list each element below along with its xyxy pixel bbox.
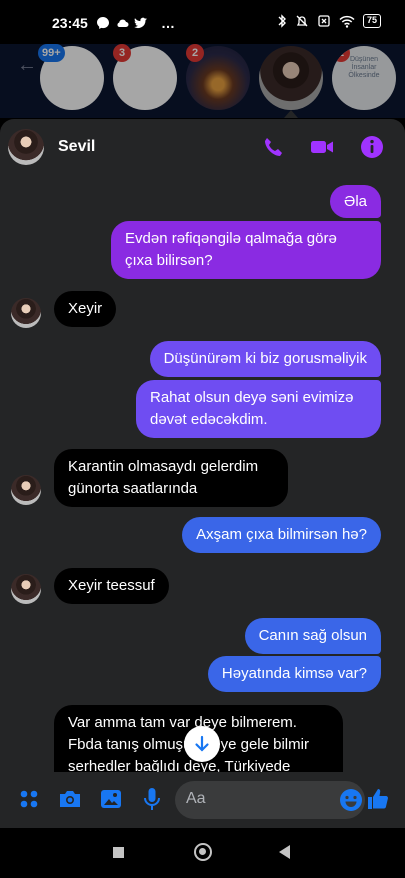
message-bubble-outgoing[interactable]: Əla (330, 185, 381, 218)
phone-icon[interactable] (259, 133, 287, 161)
gallery-icon[interactable] (98, 786, 124, 812)
bluetooth-icon (278, 14, 286, 28)
message-composer (0, 772, 405, 828)
scroll-to-bottom-button[interactable] (184, 726, 220, 762)
video-call-icon[interactable] (308, 133, 336, 161)
chat-window: Sevil Əla Evdən rəfiqəngilə qalmağa görə… (0, 119, 405, 828)
cloud-icon (117, 19, 129, 27)
dim-overlay (0, 44, 405, 118)
avatar[interactable] (11, 475, 41, 505)
twitter-icon (134, 17, 147, 29)
info-icon[interactable] (358, 133, 386, 161)
message-input[interactable] (186, 790, 316, 808)
apps-grid-icon[interactable] (16, 786, 42, 812)
back-button[interactable] (279, 845, 290, 859)
message-bubble-outgoing[interactable]: Düşünürəm ki biz gorusməliyik (149, 341, 381, 377)
avatar[interactable] (11, 574, 41, 604)
message-list[interactable]: Əla Evdən rəfiqəngilə qalmağa görə çıxa … (0, 175, 405, 772)
status-bar: 23:45 … 75 (0, 0, 405, 44)
selected-head-pointer (284, 110, 298, 118)
message-bubble-outgoing[interactable]: Həyatında kimsə var? (207, 656, 381, 692)
arrow-down-icon (195, 735, 209, 752)
message-bubble-outgoing[interactable]: Canın sağ olsun (244, 618, 381, 654)
status-notification-icons: … (96, 15, 175, 31)
status-system-icons: 75 (277, 14, 381, 28)
message-input-container[interactable] (175, 781, 365, 819)
message-bubble-incoming[interactable]: Karantin olmasaydı gelerdim günorta saat… (54, 449, 288, 507)
do-not-disturb-icon (296, 15, 308, 27)
contact-name[interactable]: Sevil (58, 138, 95, 156)
message-bubble-incoming[interactable]: Xeyir teessuf (54, 568, 169, 604)
thumbs-up-icon[interactable] (365, 786, 391, 812)
camera-icon[interactable] (57, 786, 83, 812)
avatar[interactable] (8, 129, 44, 165)
message-bubble-outgoing[interactable]: Axşam çıxa bilmirsən hə? (182, 517, 381, 553)
home-button[interactable] (194, 843, 212, 861)
messenger-notification-icon (97, 17, 109, 29)
message-bubble-incoming[interactable]: Xeyir (54, 291, 117, 327)
avatar[interactable] (11, 298, 41, 328)
recents-button[interactable] (113, 847, 124, 858)
no-sim-icon (318, 15, 330, 27)
emoji-icon[interactable] (339, 788, 363, 812)
microphone-icon[interactable] (139, 786, 165, 812)
wifi-icon (339, 15, 355, 28)
message-bubble-outgoing[interactable]: Evdən rəfiqəngilə qalmağa görə çıxa bili… (111, 221, 381, 279)
message-bubble-outgoing[interactable]: Rahat olsun deyə səni evimizə dəvət edəc… (136, 380, 381, 438)
system-navigation-bar (0, 828, 405, 878)
more-notifications-icon: … (161, 15, 175, 31)
chat-heads-bar: ← 99+ 3 2 Düşünen İnsanlar Ölkesinde 2 (0, 44, 405, 118)
battery-indicator: 75 (362, 14, 381, 28)
chat-header: Sevil (0, 119, 405, 175)
status-time: 23:45 (52, 15, 88, 31)
